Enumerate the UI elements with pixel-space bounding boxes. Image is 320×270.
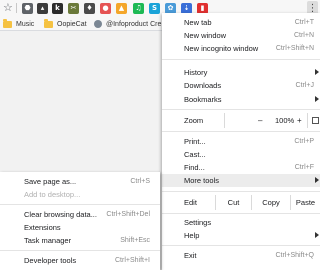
zoom-level: 100% [275, 116, 295, 125]
folder-icon [3, 18, 12, 28]
menu-separator [162, 131, 320, 132]
menu-item-more-tools[interactable]: More tools [162, 174, 320, 187]
bookmark-star-icon[interactable]: ☆ [3, 2, 13, 14]
zoom-out-button[interactable]: – [258, 116, 262, 125]
ext-2-icon[interactable]: ▴ [37, 3, 48, 14]
menu-item-settings[interactable]: Settings [162, 216, 320, 229]
menu-item-label: Settings [184, 218, 212, 227]
menu-item-label: Edit [184, 198, 197, 207]
bookmark-label: Music [16, 20, 35, 28]
bookmark-oopiecat[interactable]: OopieCat [44, 18, 87, 29]
submenu-item-developer-tools[interactable]: Developer tools Ctrl+Shift+I [0, 254, 160, 267]
menu-item-label: Print... [184, 137, 206, 146]
submenu-item-clear-browsing-data[interactable]: Clear browsing data... Ctrl+Shift+Del [0, 208, 160, 221]
fullscreen-icon[interactable] [312, 117, 319, 124]
submenu-item-add-to-desktop: Add to desktop... [0, 188, 160, 201]
submenu-arrow-icon [315, 177, 319, 183]
bookmark-music[interactable]: Music [3, 18, 35, 29]
menu-item-shortcut: Ctrl+J [295, 82, 314, 89]
submenu-arrow-icon [315, 69, 319, 75]
menu-item-label: Find... [184, 163, 205, 172]
menu-separator [0, 204, 160, 205]
menu-item-shortcut: Ctrl+F [294, 164, 314, 171]
more-tools-submenu: Save page as... Ctrl+S Add to desktop...… [0, 172, 160, 270]
menu-item-shortcut: Ctrl+T [294, 19, 314, 26]
menu-item-label: New window [184, 31, 227, 40]
ext-5-icon[interactable]: ♦ [84, 3, 95, 14]
cut-button[interactable]: Cut [216, 195, 251, 210]
menu-item-label: More tools [184, 176, 220, 185]
chrome-main-menu: New tab Ctrl+T New window Ctrl+N New inc… [162, 13, 320, 270]
menu-item-print[interactable]: Print... Ctrl+P [162, 135, 320, 148]
menu-item-history[interactable]: History [162, 66, 320, 79]
menu-separator [162, 59, 320, 60]
submenu-item-extensions[interactable]: Extensions [0, 221, 160, 234]
menu-separator [162, 191, 320, 192]
menu-item-label: Extensions [24, 223, 61, 232]
submenu-item-save-page[interactable]: Save page as... Ctrl+S [0, 175, 160, 188]
zoom-in-button[interactable]: + [297, 116, 302, 125]
menu-item-shortcut: Ctrl+P [294, 138, 314, 145]
submenu-item-task-manager[interactable]: Task manager Shift+Esc [0, 234, 160, 247]
menu-item-label: Downloads [184, 81, 222, 90]
menu-separator [162, 109, 320, 110]
zoom-divider [307, 113, 308, 128]
menu-item-help[interactable]: Help [162, 229, 320, 242]
menu-item-label: Exit [184, 251, 197, 260]
menu-item-label: Clear browsing data... [24, 210, 97, 219]
paste-button[interactable]: Paste [291, 195, 320, 210]
ext-4-icon[interactable]: ✂ [68, 3, 79, 14]
menu-item-new-window[interactable]: New window Ctrl+N [162, 29, 320, 42]
ext-3-icon[interactable]: k [52, 3, 63, 14]
menu-item-new-incognito[interactable]: New incognito window Ctrl+Shift+N [162, 42, 320, 55]
submenu-arrow-icon [315, 232, 319, 238]
menu-item-label: New incognito window [184, 44, 259, 53]
menu-item-zoom: Zoom – 100% + [162, 113, 320, 128]
menu-item-new-tab[interactable]: New tab Ctrl+T [162, 16, 320, 29]
copy-button[interactable]: Copy [252, 195, 290, 210]
ext-7-icon[interactable]: ▲ [116, 3, 127, 14]
bookmark-label: OopieCat [57, 20, 87, 28]
menu-item-bookmarks[interactable]: Bookmarks [162, 93, 320, 106]
ext-9-icon[interactable]: S [149, 3, 160, 14]
ext-6-icon[interactable]: ● [100, 3, 111, 14]
menu-item-label: Bookmarks [184, 95, 222, 104]
menu-item-shortcut: Ctrl+S [130, 178, 150, 185]
menu-item-label: Help [184, 231, 200, 240]
menu-item-shortcut: Ctrl+N [293, 32, 314, 39]
menu-item-downloads[interactable]: Downloads Ctrl+J [162, 79, 320, 92]
menu-separator [162, 245, 320, 246]
menu-item-shortcut: Ctrl+Shift+N [275, 45, 314, 52]
folder-icon [44, 18, 53, 28]
menu-item-label: Cast... [184, 150, 206, 159]
ext-1-icon[interactable]: ⬣ [22, 3, 33, 14]
menu-item-shortcut: Ctrl+Shift+Del [106, 211, 150, 218]
menu-item-label: New tab [184, 18, 212, 27]
submenu-arrow-icon [315, 96, 319, 102]
menu-item-edit: Edit Cut Copy Paste [162, 195, 320, 210]
menu-item-label: Task manager [24, 236, 72, 245]
menu-separator [0, 250, 160, 251]
menu-item-cast[interactable]: Cast... [162, 148, 320, 161]
menu-item-label: Add to desktop... [24, 190, 81, 199]
menu-item-shortcut: Ctrl+Shift+Q [275, 252, 314, 259]
zoom-divider [224, 113, 225, 128]
bookmark-label: @Infoproduct Cre [106, 20, 162, 28]
menu-item-shortcut: Ctrl+Shift+I [114, 257, 150, 264]
ext-8-icon[interactable]: ♫ [133, 3, 144, 14]
menu-item-exit[interactable]: Exit Ctrl+Shift+Q [162, 249, 320, 262]
menu-item-label: Zoom [184, 116, 204, 125]
bookmark-infoproduct[interactable]: @Infoproduct Cre [94, 19, 161, 29]
menu-item-shortcut: Shift+Esc [120, 237, 150, 244]
menu-item-label: Save page as... [24, 177, 77, 186]
menu-item-find[interactable]: Find... Ctrl+F [162, 161, 320, 174]
menu-item-label: Developer tools [24, 256, 77, 265]
menu-item-label: History [184, 68, 208, 77]
site-favicon-icon [94, 20, 102, 28]
menu-separator [162, 213, 320, 214]
toolbar-divider [16, 3, 17, 13]
